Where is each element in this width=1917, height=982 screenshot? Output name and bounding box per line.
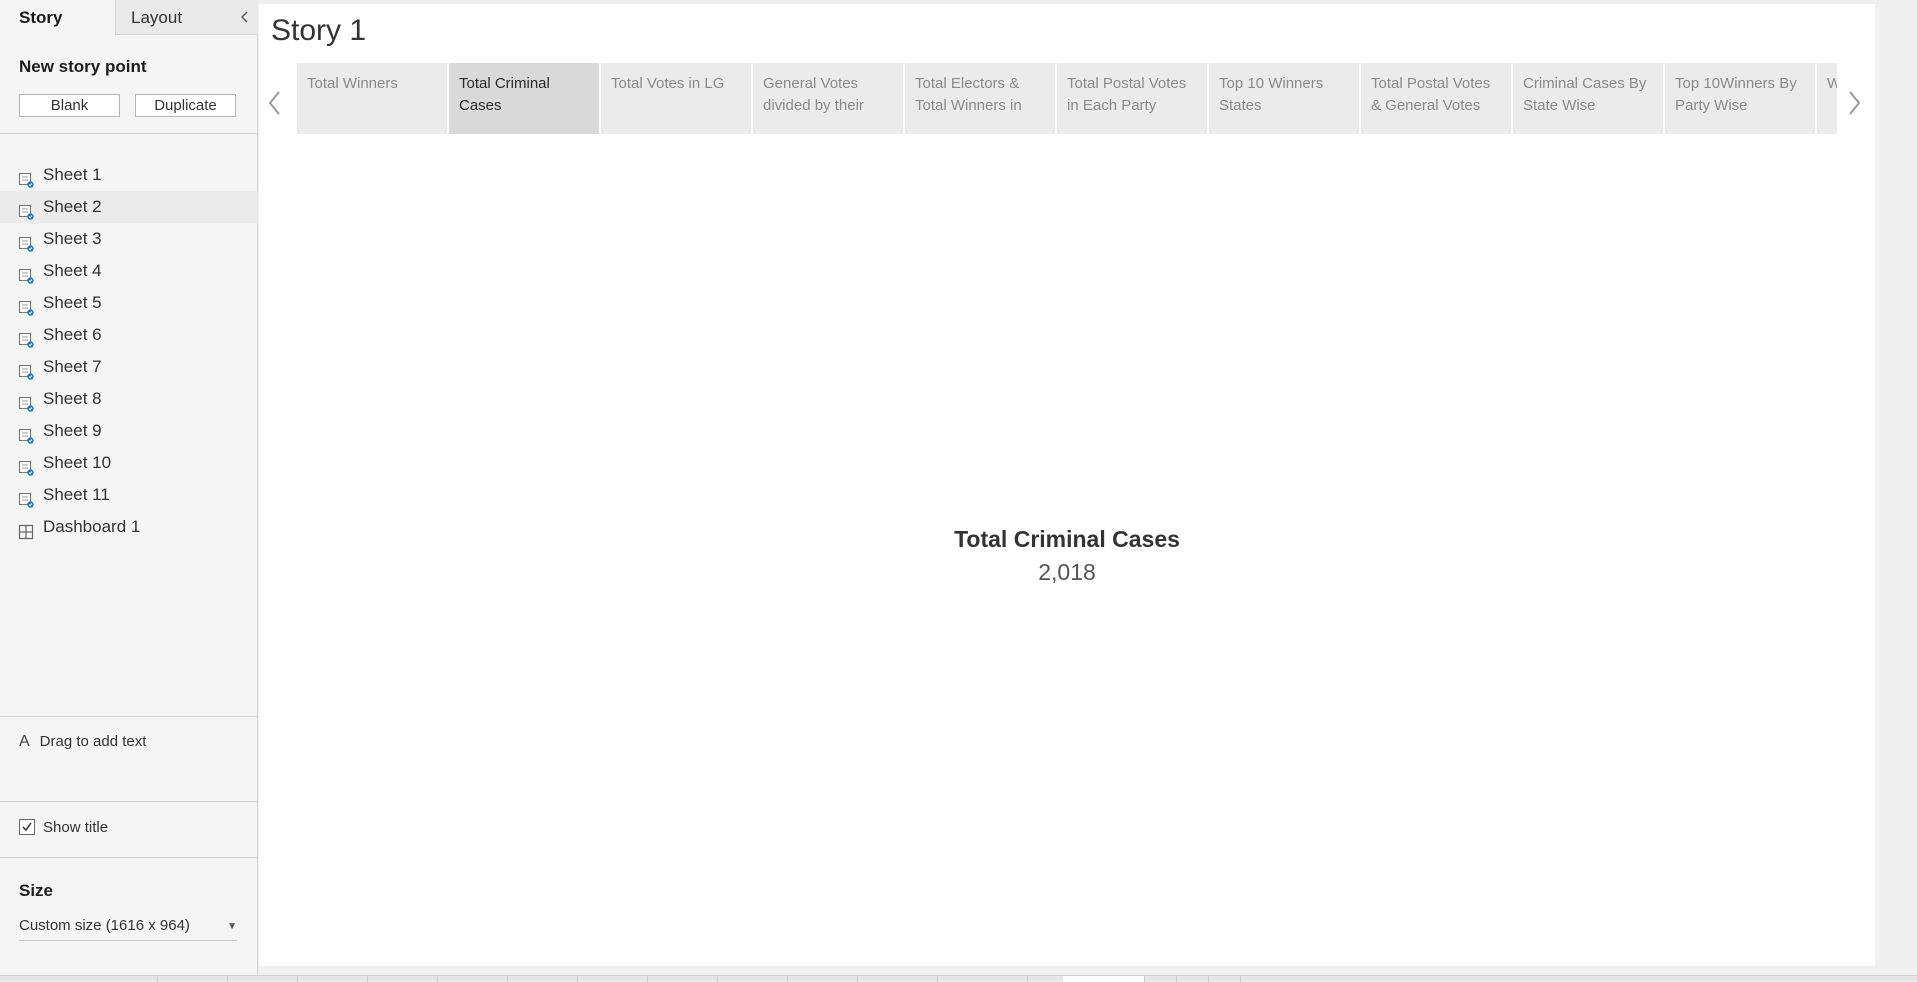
sheet-list: Sheet 1 Sheet 2 Sheet 3 Sheet 4 Sheet 5 Sheet… — [0, 159, 258, 543]
drag-text-item[interactable]: A Drag to add text — [19, 733, 146, 751]
sheet-item[interactable]: Sheet 9 — [0, 415, 258, 447]
panel-tabs: Story Layout — [0, 0, 258, 35]
sheet-tab[interactable] — [438, 976, 508, 982]
sheet-item-label: Sheet 10 — [43, 453, 112, 472]
sheet-tab[interactable] — [508, 976, 578, 982]
sheet-item[interactable]: Sheet 6 — [0, 319, 258, 351]
worksheet-icon — [18, 263, 34, 284]
duplicate-button[interactable]: Duplicate — [135, 94, 236, 117]
sheet-item-label: Sheet 9 — [43, 421, 102, 440]
new-dashboard-tab[interactable] — [1177, 976, 1209, 982]
story-point[interactable]: Total Electors & Total Winners in — [905, 63, 1055, 134]
sheet-item[interactable]: Sheet 3 — [0, 223, 258, 255]
sheet-item[interactable]: Sheet 10 — [0, 447, 258, 479]
show-title-option: Show title — [19, 819, 108, 836]
sheet-item[interactable]: Sheet 2 — [0, 191, 258, 223]
dashboard-item[interactable]: Dashboard 1 — [0, 511, 258, 543]
story-point[interactable]: Total Postal Votes & General Votes — [1361, 63, 1511, 134]
story-point[interactable]: Top 10 Winners States — [1209, 63, 1359, 134]
sheet-item-label: Sheet 5 — [43, 293, 102, 312]
sheet-tab[interactable] — [788, 976, 858, 982]
sheet-tab[interactable] — [938, 976, 1028, 982]
story-point[interactable]: W C — [1817, 63, 1837, 134]
sheet-tab[interactable] — [228, 976, 298, 982]
story-point-active[interactable]: Total Criminal Cases — [449, 63, 599, 134]
worksheet-icon — [18, 359, 34, 380]
sheet-item-label: Sheet 1 — [43, 165, 102, 184]
next-point-arrow-icon[interactable] — [1844, 88, 1864, 118]
dropdown-caret-icon: ▼ — [227, 921, 237, 932]
sheet-item[interactable]: Sheet 11 — [0, 479, 258, 511]
story-point[interactable]: Top 10Winners By Party Wise — [1665, 63, 1815, 134]
story-side-panel: Story Layout New story point Blank Dupli… — [0, 0, 258, 975]
size-value: Custom size (1616 x 964) — [19, 917, 190, 934]
text-object-icon: A — [19, 733, 30, 750]
show-title-checkbox[interactable] — [19, 819, 35, 835]
new-story-point-heading: New story point — [19, 57, 147, 76]
worksheet-icon — [18, 423, 34, 444]
story-point[interactable]: Total Winners — [297, 63, 447, 134]
kpi-value: 2,018 — [1038, 559, 1096, 585]
story-title[interactable]: Story 1 — [271, 14, 366, 48]
divider — [0, 133, 258, 134]
story-canvas: Story 1 Total Winners Total Criminal Case… — [259, 4, 1875, 966]
worksheet-icon — [18, 231, 34, 252]
sheet-item-label: Sheet 6 — [43, 325, 102, 344]
sheet-item-label: Sheet 2 — [43, 197, 102, 216]
story-point[interactable]: Total Votes in LG — [601, 63, 751, 134]
story-point[interactable]: General Votes divided by their — [753, 63, 903, 134]
worksheet-icon — [18, 487, 34, 508]
worksheet-icon — [18, 167, 34, 188]
collapse-panel-icon[interactable] — [238, 9, 252, 25]
sheet-tab[interactable] — [298, 976, 368, 982]
new-worksheet-tab[interactable] — [1209, 976, 1241, 982]
divider — [0, 801, 258, 802]
story-point[interactable]: Total Postal Votes in Each Party — [1057, 63, 1207, 134]
worksheet-icon — [18, 455, 34, 476]
dashboard-icon — [18, 519, 34, 540]
kpi-label: Total Criminal Cases — [954, 526, 1180, 552]
sheet-item-label: Dashboard 1 — [43, 517, 141, 536]
sheet-item-label: Sheet 3 — [43, 229, 102, 248]
sheet-tab[interactable] — [368, 976, 438, 982]
sheet-tab[interactable] — [158, 976, 228, 982]
blank-button[interactable]: Blank — [19, 94, 120, 117]
sheet-item[interactable]: Sheet 1 — [0, 159, 258, 191]
story-points-navigator: Total Winners Total Criminal Cases Total V… — [297, 63, 1837, 134]
divider — [0, 716, 258, 717]
sheet-tab[interactable] — [0, 976, 158, 982]
worksheet-icon — [18, 199, 34, 220]
new-story-tab[interactable] — [1145, 976, 1177, 982]
previous-point-arrow-icon[interactable] — [265, 88, 285, 118]
tab-layout[interactable]: Layout — [115, 0, 258, 35]
sheet-tab-active[interactable] — [1063, 976, 1145, 982]
bottom-sheet-tabs — [0, 975, 1917, 982]
sheet-item[interactable]: Sheet 5 — [0, 287, 258, 319]
sheet-item-label: Sheet 7 — [43, 357, 102, 376]
divider — [0, 857, 258, 858]
story-point[interactable]: Criminal Cases By State Wise — [1513, 63, 1663, 134]
sheet-item[interactable]: Sheet 8 — [0, 383, 258, 415]
sheet-tab[interactable] — [718, 976, 788, 982]
show-title-label: Show title — [43, 819, 109, 836]
size-heading: Size — [19, 881, 54, 900]
sheet-item[interactable]: Sheet 4 — [0, 255, 258, 287]
worksheet-icon — [18, 295, 34, 316]
sheet-tab[interactable] — [858, 976, 938, 982]
sheet-item-label: Sheet 4 — [43, 261, 102, 280]
sheet-tab[interactable] — [578, 976, 648, 982]
sheet-tab[interactable] — [648, 976, 718, 982]
sheet-item-label: Sheet 8 — [43, 389, 102, 408]
sheet-item[interactable]: Sheet 7 — [0, 351, 258, 383]
worksheet-icon — [18, 327, 34, 348]
size-dropdown[interactable]: Custom size (1616 x 964) ▼ — [19, 917, 237, 941]
tab-story[interactable]: Story — [0, 0, 115, 35]
drag-text-label: Drag to add text — [39, 733, 147, 750]
worksheet-icon — [18, 391, 34, 412]
sheet-item-label: Sheet 11 — [43, 485, 110, 504]
